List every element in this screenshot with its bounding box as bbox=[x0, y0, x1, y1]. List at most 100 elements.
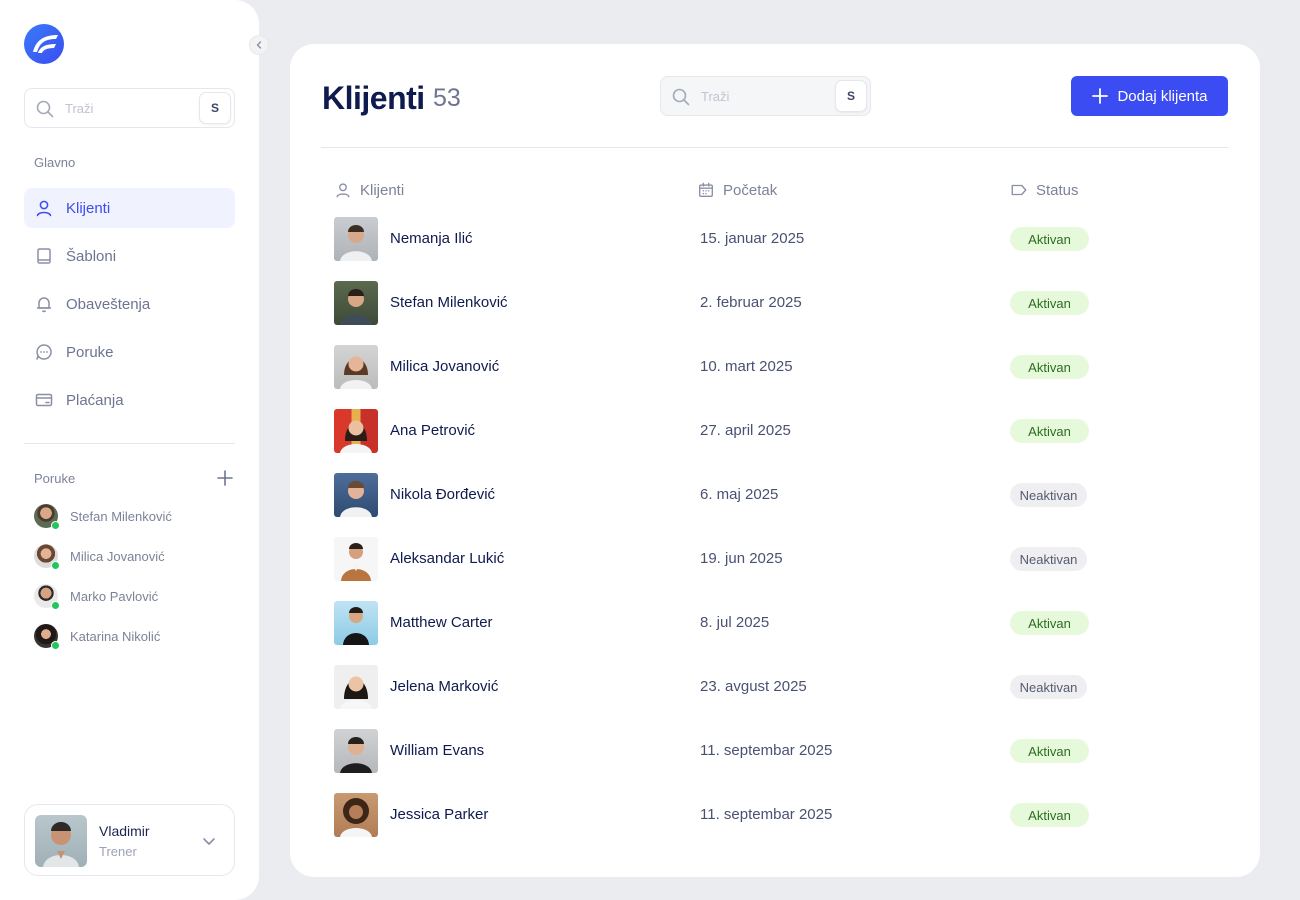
sidebar-divider bbox=[24, 443, 235, 444]
tag-icon bbox=[1010, 181, 1028, 199]
chat-name: Milica Jovanović bbox=[70, 548, 165, 564]
sidebar-search-input[interactable] bbox=[65, 97, 215, 119]
client-start-date: 11. septembar 2025 bbox=[700, 742, 833, 759]
client-name[interactable]: Nikola Đorđević bbox=[390, 486, 495, 503]
status-badge: Neaktivan bbox=[1010, 675, 1087, 699]
sidebar-item-sabloni[interactable]: Šabloni bbox=[24, 236, 235, 276]
profile-name: Vladimir bbox=[99, 823, 150, 839]
client-name[interactable]: William Evans bbox=[390, 742, 484, 759]
status-badge: Neaktivan bbox=[1010, 483, 1087, 507]
online-status-dot bbox=[51, 641, 60, 650]
plus-icon bbox=[1092, 88, 1109, 104]
sidebar-item-placanja[interactable]: Plaćanja bbox=[24, 380, 235, 420]
table-row[interactable]: Nemanja Ilić 15. januar 2025 Aktivan bbox=[334, 217, 1214, 261]
table-row[interactable]: Milica Jovanović 10. mart 2025 Aktivan bbox=[334, 345, 1214, 389]
online-status-dot bbox=[51, 601, 60, 610]
table-row[interactable]: Aleksandar Lukić 19. jun 2025 Neaktivan bbox=[334, 537, 1214, 581]
header-divider bbox=[321, 147, 1228, 148]
status-badge: Aktivan bbox=[1010, 803, 1089, 827]
chat-name: Stefan Milenković bbox=[70, 508, 172, 524]
client-name[interactable]: Jessica Parker bbox=[390, 806, 488, 823]
client-name[interactable]: Stefan Milenković bbox=[390, 294, 508, 311]
sidebar-item-obavestenja[interactable]: Obaveštenja bbox=[24, 284, 235, 324]
sidebar-item-label: Obaveštenja bbox=[66, 295, 151, 313]
chat-item[interactable]: Marko Pavlović bbox=[34, 584, 159, 610]
logo-icon[interactable] bbox=[24, 24, 64, 64]
sidebar-item-label: Šabloni bbox=[66, 247, 117, 265]
table-row[interactable]: Jessica Parker 11. septembar 2025 Aktiva… bbox=[334, 793, 1214, 837]
online-status-dot bbox=[51, 521, 60, 530]
chat-item[interactable]: Stefan Milenković bbox=[34, 504, 172, 530]
book-icon bbox=[34, 246, 54, 266]
client-name[interactable]: Jelena Marković bbox=[390, 678, 498, 695]
client-start-date: 6. maj 2025 bbox=[700, 486, 779, 503]
client-name[interactable]: Ana Petrović bbox=[390, 422, 475, 439]
sidebar-item-label: Poruke bbox=[66, 343, 114, 361]
profile-role: Trener bbox=[99, 844, 137, 859]
column-header-label: Klijenti bbox=[360, 181, 405, 199]
table-row[interactable]: Nikola Đorđević 6. maj 2025 Neaktivan bbox=[334, 473, 1214, 517]
main-content-card: Klijenti 53 S Dodaj klijenta Klijenti Po… bbox=[290, 44, 1260, 877]
user-icon bbox=[34, 198, 54, 218]
sidebar-search: S bbox=[24, 88, 235, 128]
calendar-icon bbox=[697, 181, 715, 199]
chat-item[interactable]: Katarina Nikolić bbox=[34, 624, 160, 650]
chat-item[interactable]: Milica Jovanović bbox=[34, 544, 165, 570]
table-row[interactable]: Stefan Milenković 2. februar 2025 Aktiva… bbox=[334, 281, 1214, 325]
bell-icon bbox=[34, 294, 54, 314]
avatar bbox=[334, 793, 378, 837]
avatar bbox=[35, 815, 87, 867]
avatar bbox=[334, 281, 378, 325]
status-badge: Aktivan bbox=[1010, 611, 1089, 635]
sidebar-item-label: Plaćanja bbox=[66, 391, 124, 409]
column-header-label: Početak bbox=[723, 181, 778, 199]
sidebar-item-poruke[interactable]: Poruke bbox=[24, 332, 235, 372]
user-profile-card[interactable]: Vladimir Trener bbox=[24, 804, 235, 876]
client-start-date: 10. mart 2025 bbox=[700, 358, 793, 375]
add-client-label: Dodaj klijenta bbox=[1117, 87, 1208, 105]
table-row[interactable]: William Evans 11. septembar 2025 Aktivan bbox=[334, 729, 1214, 773]
client-name[interactable]: Aleksandar Lukić bbox=[390, 550, 504, 567]
chat-icon bbox=[34, 342, 54, 362]
status-badge: Neaktivan bbox=[1010, 547, 1087, 571]
sidebar-item-klijenti[interactable]: Klijenti bbox=[24, 188, 235, 228]
search-icon bbox=[671, 87, 691, 107]
add-chat-button[interactable] bbox=[215, 468, 235, 488]
table-row[interactable]: Jelena Marković 23. avgust 2025 Neaktiva… bbox=[334, 665, 1214, 709]
client-start-date: 27. april 2025 bbox=[700, 422, 791, 439]
status-badge: Aktivan bbox=[1010, 355, 1089, 379]
status-badge: Aktivan bbox=[1010, 419, 1089, 443]
client-name[interactable]: Matthew Carter bbox=[390, 614, 493, 631]
add-client-button[interactable]: Dodaj klijenta bbox=[1071, 76, 1228, 116]
client-name[interactable]: Nemanja Ilić bbox=[390, 230, 473, 247]
client-start-date: 8. jul 2025 bbox=[700, 614, 770, 631]
search-shortcut-key: S bbox=[835, 80, 867, 112]
column-header-status: Status bbox=[1010, 180, 1079, 200]
chat-name: Marko Pavlović bbox=[70, 588, 159, 604]
avatar bbox=[34, 584, 60, 610]
client-start-date: 15. januar 2025 bbox=[700, 230, 805, 247]
avatar bbox=[334, 473, 378, 517]
client-name[interactable]: Milica Jovanović bbox=[390, 358, 499, 375]
table-row[interactable]: Matthew Carter 8. jul 2025 Aktivan bbox=[334, 601, 1214, 645]
chevron-left-icon bbox=[256, 41, 262, 49]
status-badge: Aktivan bbox=[1010, 227, 1089, 251]
main-section-label: Glavno bbox=[34, 155, 76, 170]
client-search-input[interactable] bbox=[701, 85, 831, 107]
client-count: 53 bbox=[433, 84, 461, 112]
credit-card-icon bbox=[34, 390, 54, 410]
collapse-sidebar-button[interactable] bbox=[249, 35, 269, 55]
column-header-label: Status bbox=[1036, 181, 1079, 199]
avatar bbox=[334, 217, 378, 261]
user-icon bbox=[334, 181, 352, 199]
avatar bbox=[334, 537, 378, 581]
client-start-date: 2. februar 2025 bbox=[700, 294, 802, 311]
status-badge: Aktivan bbox=[1010, 291, 1089, 315]
chevron-down-icon bbox=[201, 833, 217, 849]
sidebar-item-label: Klijenti bbox=[66, 199, 111, 217]
table-row[interactable]: Ana Petrović 27. april 2025 Aktivan bbox=[334, 409, 1214, 453]
column-header-clients: Klijenti bbox=[334, 180, 404, 200]
page-title: Klijenti bbox=[322, 80, 425, 116]
sidebar: S Glavno Klijenti Šabloni Obaveštenja Po… bbox=[0, 0, 259, 900]
avatar bbox=[334, 665, 378, 709]
